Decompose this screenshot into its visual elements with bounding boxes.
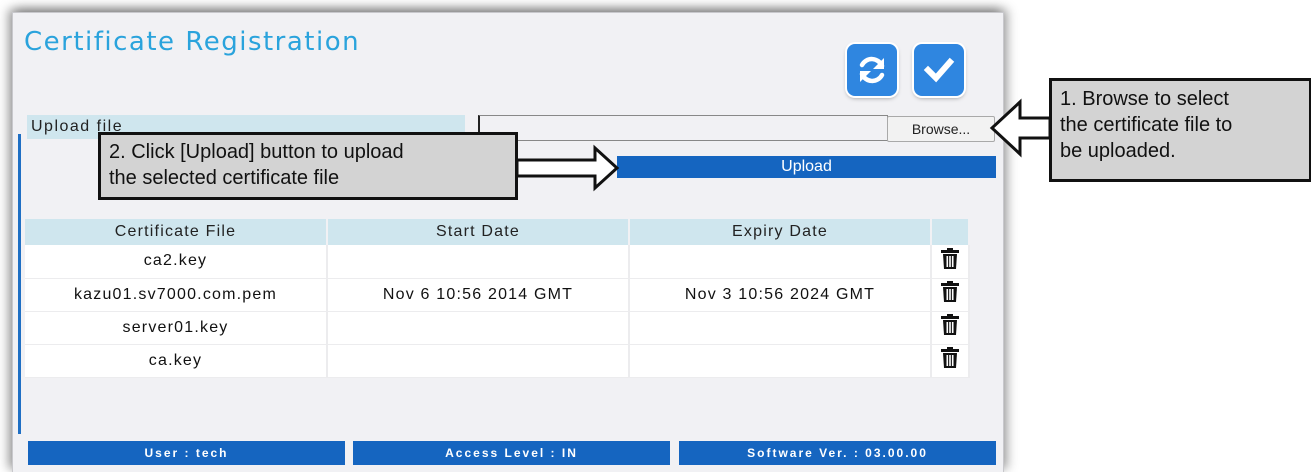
callout-text-line: the selected certificate file <box>109 167 340 189</box>
delete-button[interactable] <box>931 245 970 279</box>
cell-expiry-date: Nov 3 10:56 2024 GMT <box>629 278 932 312</box>
trash-icon <box>941 314 959 335</box>
callout-text-line: be uploaded. <box>1060 140 1176 162</box>
page-title: Certificate Registration <box>24 27 361 57</box>
cell-file: server01.key <box>25 311 328 345</box>
file-path-field[interactable] <box>478 115 888 141</box>
trash-icon <box>941 247 959 269</box>
table-row[interactable]: server01.key <box>25 311 970 345</box>
refresh-icon <box>859 56 885 84</box>
right-arrow-icon <box>515 144 620 192</box>
status-access-level: Access Level : IN <box>353 441 670 465</box>
cell-start-date: Nov 6 10:56 2014 GMT <box>327 278 630 312</box>
refresh-button[interactable] <box>847 44 897 96</box>
cell-start-date <box>327 311 630 345</box>
delete-button[interactable] <box>931 344 970 378</box>
check-icon <box>923 57 955 83</box>
cell-file: ca.key <box>25 344 328 378</box>
upload-button[interactable]: Upload <box>617 156 996 178</box>
column-header-delete <box>931 219 970 245</box>
table-row[interactable]: kazu01.sv7000.com.pem Nov 6 10:56 2014 G… <box>25 278 970 312</box>
callout-text-line: 1. Browse to select <box>1060 88 1229 110</box>
callout-text-line: 2. Click [Upload] button to upload <box>109 141 404 163</box>
column-header-expiry-date: Expiry Date <box>629 219 932 245</box>
column-header-file: Certificate File <box>25 219 328 245</box>
trash-icon <box>941 281 959 302</box>
status-software-version: Software Ver. : 03.00.00 <box>679 441 996 465</box>
cell-start-date <box>327 344 630 378</box>
cell-file: ca2.key <box>25 245 328 279</box>
table-row[interactable]: ca2.key <box>25 245 970 279</box>
cell-expiry-date <box>629 245 932 279</box>
left-arrow-icon <box>989 98 1052 158</box>
cell-file: kazu01.sv7000.com.pem <box>25 278 328 312</box>
table-header-row: Certificate File Start Date Expiry Date <box>25 219 970 245</box>
left-accent-bar <box>18 134 21 434</box>
delete-button[interactable] <box>931 278 970 312</box>
cell-expiry-date <box>629 311 932 345</box>
trash-icon <box>941 347 959 368</box>
column-header-start-date: Start Date <box>327 219 630 245</box>
delete-button[interactable] <box>931 311 970 345</box>
apply-button[interactable] <box>914 44 964 96</box>
callout-text-line: the certificate file to <box>1060 114 1233 136</box>
browse-instruction-callout: 1. Browse to select the certificate file… <box>1049 78 1311 182</box>
upload-instruction-callout: 2. Click [Upload] button to upload the s… <box>98 132 518 200</box>
browse-button[interactable]: Browse... <box>887 116 995 142</box>
cell-start-date <box>327 245 630 279</box>
status-user: User : tech <box>28 441 345 465</box>
table-row[interactable]: ca.key <box>25 344 970 378</box>
certificate-table: Certificate File Start Date Expiry Date … <box>25 219 970 378</box>
cell-expiry-date <box>629 344 932 378</box>
